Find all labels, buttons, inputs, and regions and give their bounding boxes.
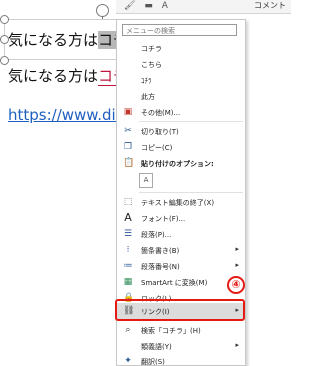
menu-separator	[139, 121, 243, 122]
mini-toolbar: 🖌 ▬ A コメント	[116, 0, 291, 14]
menu-item-copy[interactable]: ❐ コピー(C)	[117, 139, 245, 155]
menu-item-translate[interactable]: ✦ 翻訳(S)	[117, 353, 245, 366]
menu-item-label: コチラ	[141, 45, 162, 53]
menu-item-reading-2[interactable]: こちら	[117, 56, 245, 72]
format-painter-icon[interactable]: 🖌	[124, 1, 138, 11]
menu-item-label: コピー(C)	[141, 144, 173, 152]
text-line-2-plain: 気になる方は	[8, 67, 99, 85]
text-box-icon: ⬚	[123, 197, 133, 207]
menu-separator	[139, 192, 243, 193]
submenu-arrow-icon: ▸	[235, 245, 239, 253]
menu-item-label: 検索「コチラ」(H)	[141, 327, 201, 335]
rotate-handle-icon[interactable]	[96, 4, 109, 17]
paragraph-icon: ☰	[123, 229, 133, 239]
highlight-icon[interactable]: ▬	[144, 1, 156, 11]
menu-item-label: 類義語(Y)	[141, 343, 172, 351]
menu-item-bullets[interactable]: ⁝ 箇条書き(B) ▸	[117, 242, 245, 258]
menu-item-label: 切り取り(T)	[141, 128, 179, 136]
paste-keep-text-icon[interactable]: A	[139, 173, 153, 188]
menu-item-cut[interactable]: ✂ 切り取り(T)	[117, 123, 245, 139]
menu-item-reading-1[interactable]: コチラ	[117, 40, 245, 56]
text-line-2[interactable]: 気になる方はコチ	[8, 65, 129, 86]
menu-item-label: 此方	[141, 93, 155, 101]
menu-item-synonyms[interactable]: 類義語(Y) ▸	[117, 338, 245, 354]
scissors-icon: ✂	[124, 126, 132, 136]
menu-item-search[interactable]: ⌕ 検索「コチラ」(H)	[117, 322, 245, 338]
menu-item-numbering[interactable]: ≔ 段落番号(N) ▸	[117, 258, 245, 274]
book-icon: ▣	[123, 107, 133, 117]
menu-item-label: 段落番号(N)	[141, 263, 180, 271]
menu-item-paste-options: 📋 貼り付けのオプション:	[117, 155, 245, 171]
menu-item-paragraph[interactable]: ☰ 段落(P)...	[117, 226, 245, 242]
menu-item-more[interactable]: ▣ その他(M)...	[117, 104, 245, 120]
clipboard-icon: 📋	[123, 158, 135, 168]
menu-item-label: 貼り付けのオプション:	[141, 160, 214, 168]
menu-item-label: フォント(F)...	[141, 215, 186, 223]
document-canvas: 気になる方はコチ 気になる方はコチ https://www.digip 🖌 ▬ …	[0, 0, 291, 366]
font-icon: A	[124, 211, 132, 224]
translate-icon: ✦	[124, 356, 132, 366]
text-line-1[interactable]: 気になる方はコチ	[8, 29, 129, 50]
menu-item-reading-4[interactable]: 此方	[117, 88, 245, 104]
menu-item-font[interactable]: A フォント(F)...	[117, 210, 245, 226]
bullets-icon: ⁝	[126, 245, 130, 255]
menu-item-label: ｺﾁﾗ	[141, 77, 152, 85]
submenu-arrow-icon: ▸	[235, 261, 239, 269]
resize-handle-sw[interactable]	[0, 56, 9, 65]
step-number-badge: ④	[227, 276, 245, 294]
resize-handle-nw[interactable]	[0, 15, 9, 24]
menu-item-exit-text-edit[interactable]: ⬚ テキスト編集の終了(X)	[117, 194, 245, 210]
menu-item-label: こちら	[141, 61, 162, 69]
menu-item-label: 翻訳(S)	[141, 358, 165, 366]
menu-item-label: 箇条書き(B)	[141, 247, 180, 255]
copy-icon: ❐	[123, 142, 133, 152]
text-line-1-plain: 気になる方は	[8, 31, 99, 49]
menu-item-label: SmartArt に変換(M)	[141, 279, 208, 287]
search-icon: ⌕	[125, 325, 131, 335]
numbering-icon: ≔	[123, 261, 133, 271]
menu-search-input[interactable]: メニューの検索	[122, 24, 237, 36]
highlight-frame	[115, 299, 245, 321]
menu-item-smartart[interactable]: ▦ SmartArt に変換(M) ▸	[117, 274, 245, 290]
comment-button[interactable]: コメント	[254, 0, 286, 11]
submenu-arrow-icon: ▸	[235, 341, 239, 349]
menu-item-label: 段落(P)...	[141, 231, 172, 239]
menu-item-label: その他(M)...	[141, 109, 181, 117]
menu-item-reading-3[interactable]: ｺﾁﾗ	[117, 72, 245, 88]
menu-item-label: テキスト編集の終了(X)	[141, 199, 215, 207]
smartart-icon: ▦	[123, 277, 133, 287]
font-color-icon[interactable]: A	[162, 1, 171, 11]
mini-toolbar-icons[interactable]: 🖌 ▬ A	[124, 1, 171, 11]
